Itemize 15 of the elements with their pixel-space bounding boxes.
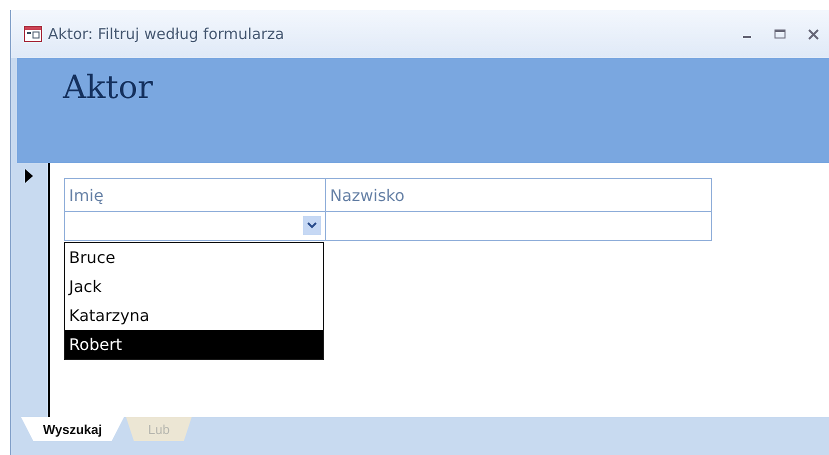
form-heading: Aktor [63,68,153,106]
close-icon[interactable] [808,28,819,40]
dropdown-item[interactable]: Katarzyna [65,301,323,330]
dropdown-item[interactable]: Jack [65,272,323,301]
column-header: Nazwisko [325,179,711,212]
form-icon [24,26,42,42]
dropdown-button[interactable] [303,216,321,235]
dropdown-item[interactable]: Robert [65,330,323,359]
window-title: Aktor: Filtruj według formularza [48,25,286,43]
chevron-icon [307,222,317,229]
filter-tab[interactable]: Wyszukaj [21,417,124,441]
current-record-icon [25,169,33,183]
maximize-icon[interactable] [774,29,786,39]
dropdown-item[interactable]: Bruce [65,243,323,272]
column-header: Imię [65,179,325,212]
